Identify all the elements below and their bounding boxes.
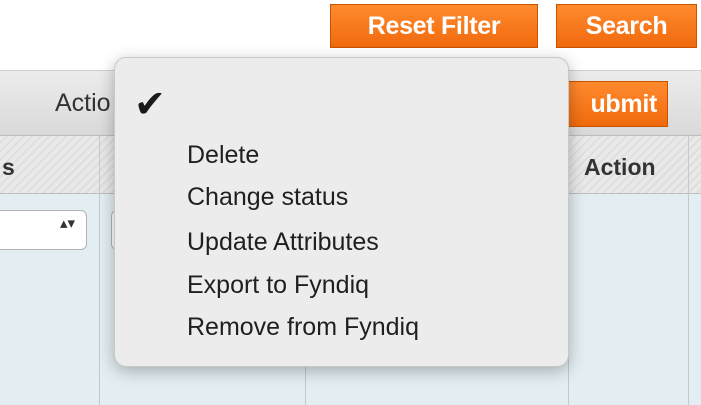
search-button[interactable]: Search [556,4,697,48]
menu-item-export-to-fyndiq[interactable]: Export to Fyndiq [187,271,369,300]
checkmark-icon[interactable]: ✔ [134,81,166,127]
select-arrows-icon: ▴▾ [60,214,76,232]
column-header-status[interactable]: s [2,154,15,181]
actions-label: Actio [55,89,111,117]
column-divider [688,136,689,405]
menu-item-remove-from-fyndiq[interactable]: Remove from Fyndiq [187,313,419,342]
menu-item-update-attributes[interactable]: Update Attributes [187,228,379,257]
menu-item-delete[interactable]: Delete [187,141,259,170]
reset-filter-button[interactable]: Reset Filter [330,4,538,48]
column-divider [99,136,100,405]
column-header-action[interactable]: Action [584,154,656,181]
menu-item-change-status[interactable]: Change status [187,183,348,212]
